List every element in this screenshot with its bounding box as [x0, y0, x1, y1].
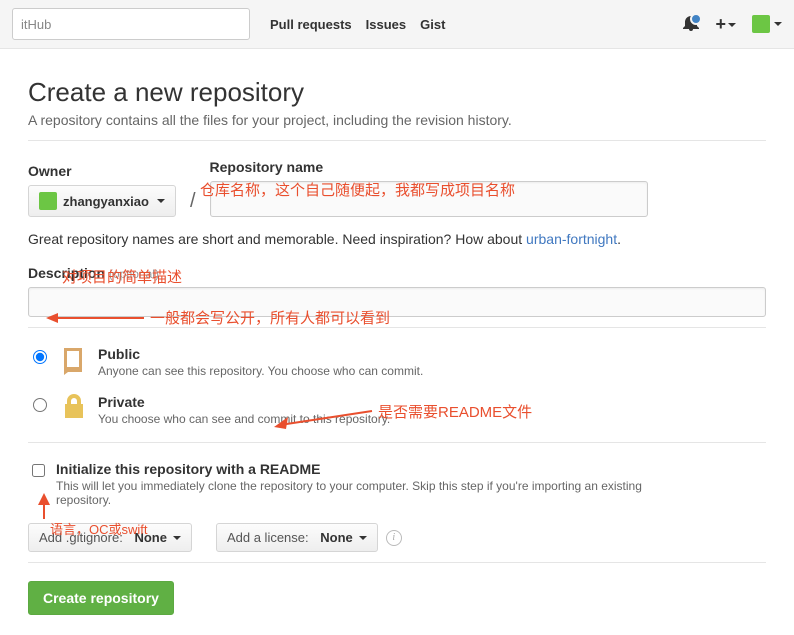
- repo-public-icon: [60, 346, 88, 376]
- private-sub: You choose who can see and commit to thi…: [98, 412, 390, 426]
- page-title: Create a new repository: [28, 77, 766, 108]
- user-menu-button[interactable]: [752, 15, 782, 33]
- private-radio[interactable]: [33, 398, 47, 412]
- gitignore-dropdown[interactable]: Add .gitignore: None: [28, 523, 192, 552]
- owner-label: Owner: [28, 163, 176, 179]
- top-nav: Pull requests Issues Gist: [270, 17, 445, 32]
- suggestion-link[interactable]: urban-fortnight: [526, 231, 617, 247]
- create-menu-button[interactable]: +: [715, 14, 736, 35]
- private-title: Private: [98, 394, 145, 410]
- divider: [28, 327, 766, 328]
- slash-separator: /: [186, 190, 200, 217]
- visibility-private-row[interactable]: Private You choose who can see and commi…: [28, 394, 766, 426]
- owner-avatar-icon: [39, 192, 57, 210]
- public-radio[interactable]: [33, 350, 47, 364]
- create-repository-button[interactable]: Create repository: [28, 581, 174, 615]
- readme-sub: This will let you immediately clone the …: [56, 479, 696, 507]
- topbar-right: +: [683, 14, 782, 35]
- info-icon[interactable]: i: [386, 530, 402, 546]
- divider: [28, 140, 766, 141]
- nav-issues[interactable]: Issues: [366, 17, 406, 32]
- public-title: Public: [98, 346, 140, 362]
- readme-row: Initialize this repository with a README…: [28, 461, 766, 507]
- dropdown-row: Add .gitignore: None Add a license: None…: [28, 523, 766, 552]
- readme-checkbox[interactable]: [32, 464, 45, 477]
- nav-pull-requests[interactable]: Pull requests: [270, 17, 352, 32]
- repo-name-label: Repository name: [210, 159, 766, 175]
- nav-gist[interactable]: Gist: [420, 17, 445, 32]
- owner-repo-row: Owner zhangyanxiao / Repository name: [28, 159, 766, 217]
- page-subtitle: A repository contains all the files for …: [28, 112, 766, 128]
- divider: [28, 562, 766, 563]
- owner-username: zhangyanxiao: [63, 194, 149, 209]
- search-input[interactable]: [12, 8, 250, 40]
- description-label: Description (optional): [28, 265, 766, 281]
- readme-title: Initialize this repository with a README: [56, 461, 320, 477]
- owner-select-button[interactable]: zhangyanxiao: [28, 185, 176, 217]
- notifications-button[interactable]: [683, 15, 699, 34]
- caret-down-icon: [359, 536, 367, 540]
- description-input[interactable]: [28, 287, 766, 317]
- visibility-public-row[interactable]: Public Anyone can see this repository. Y…: [28, 346, 766, 378]
- repo-name-hint: Great repository names are short and mem…: [28, 231, 766, 247]
- main-content: Create a new repository A repository con…: [0, 49, 794, 635]
- public-sub: Anyone can see this repository. You choo…: [98, 364, 423, 378]
- license-dropdown[interactable]: Add a license: None: [216, 523, 378, 552]
- repo-name-input[interactable]: [210, 181, 648, 217]
- caret-down-icon: [173, 536, 181, 540]
- avatar-icon: [752, 15, 770, 33]
- topbar: Pull requests Issues Gist +: [0, 0, 794, 49]
- divider: [28, 442, 766, 443]
- lock-icon: [60, 394, 88, 420]
- notification-dot-icon: [690, 13, 702, 25]
- caret-down-icon: [157, 199, 165, 203]
